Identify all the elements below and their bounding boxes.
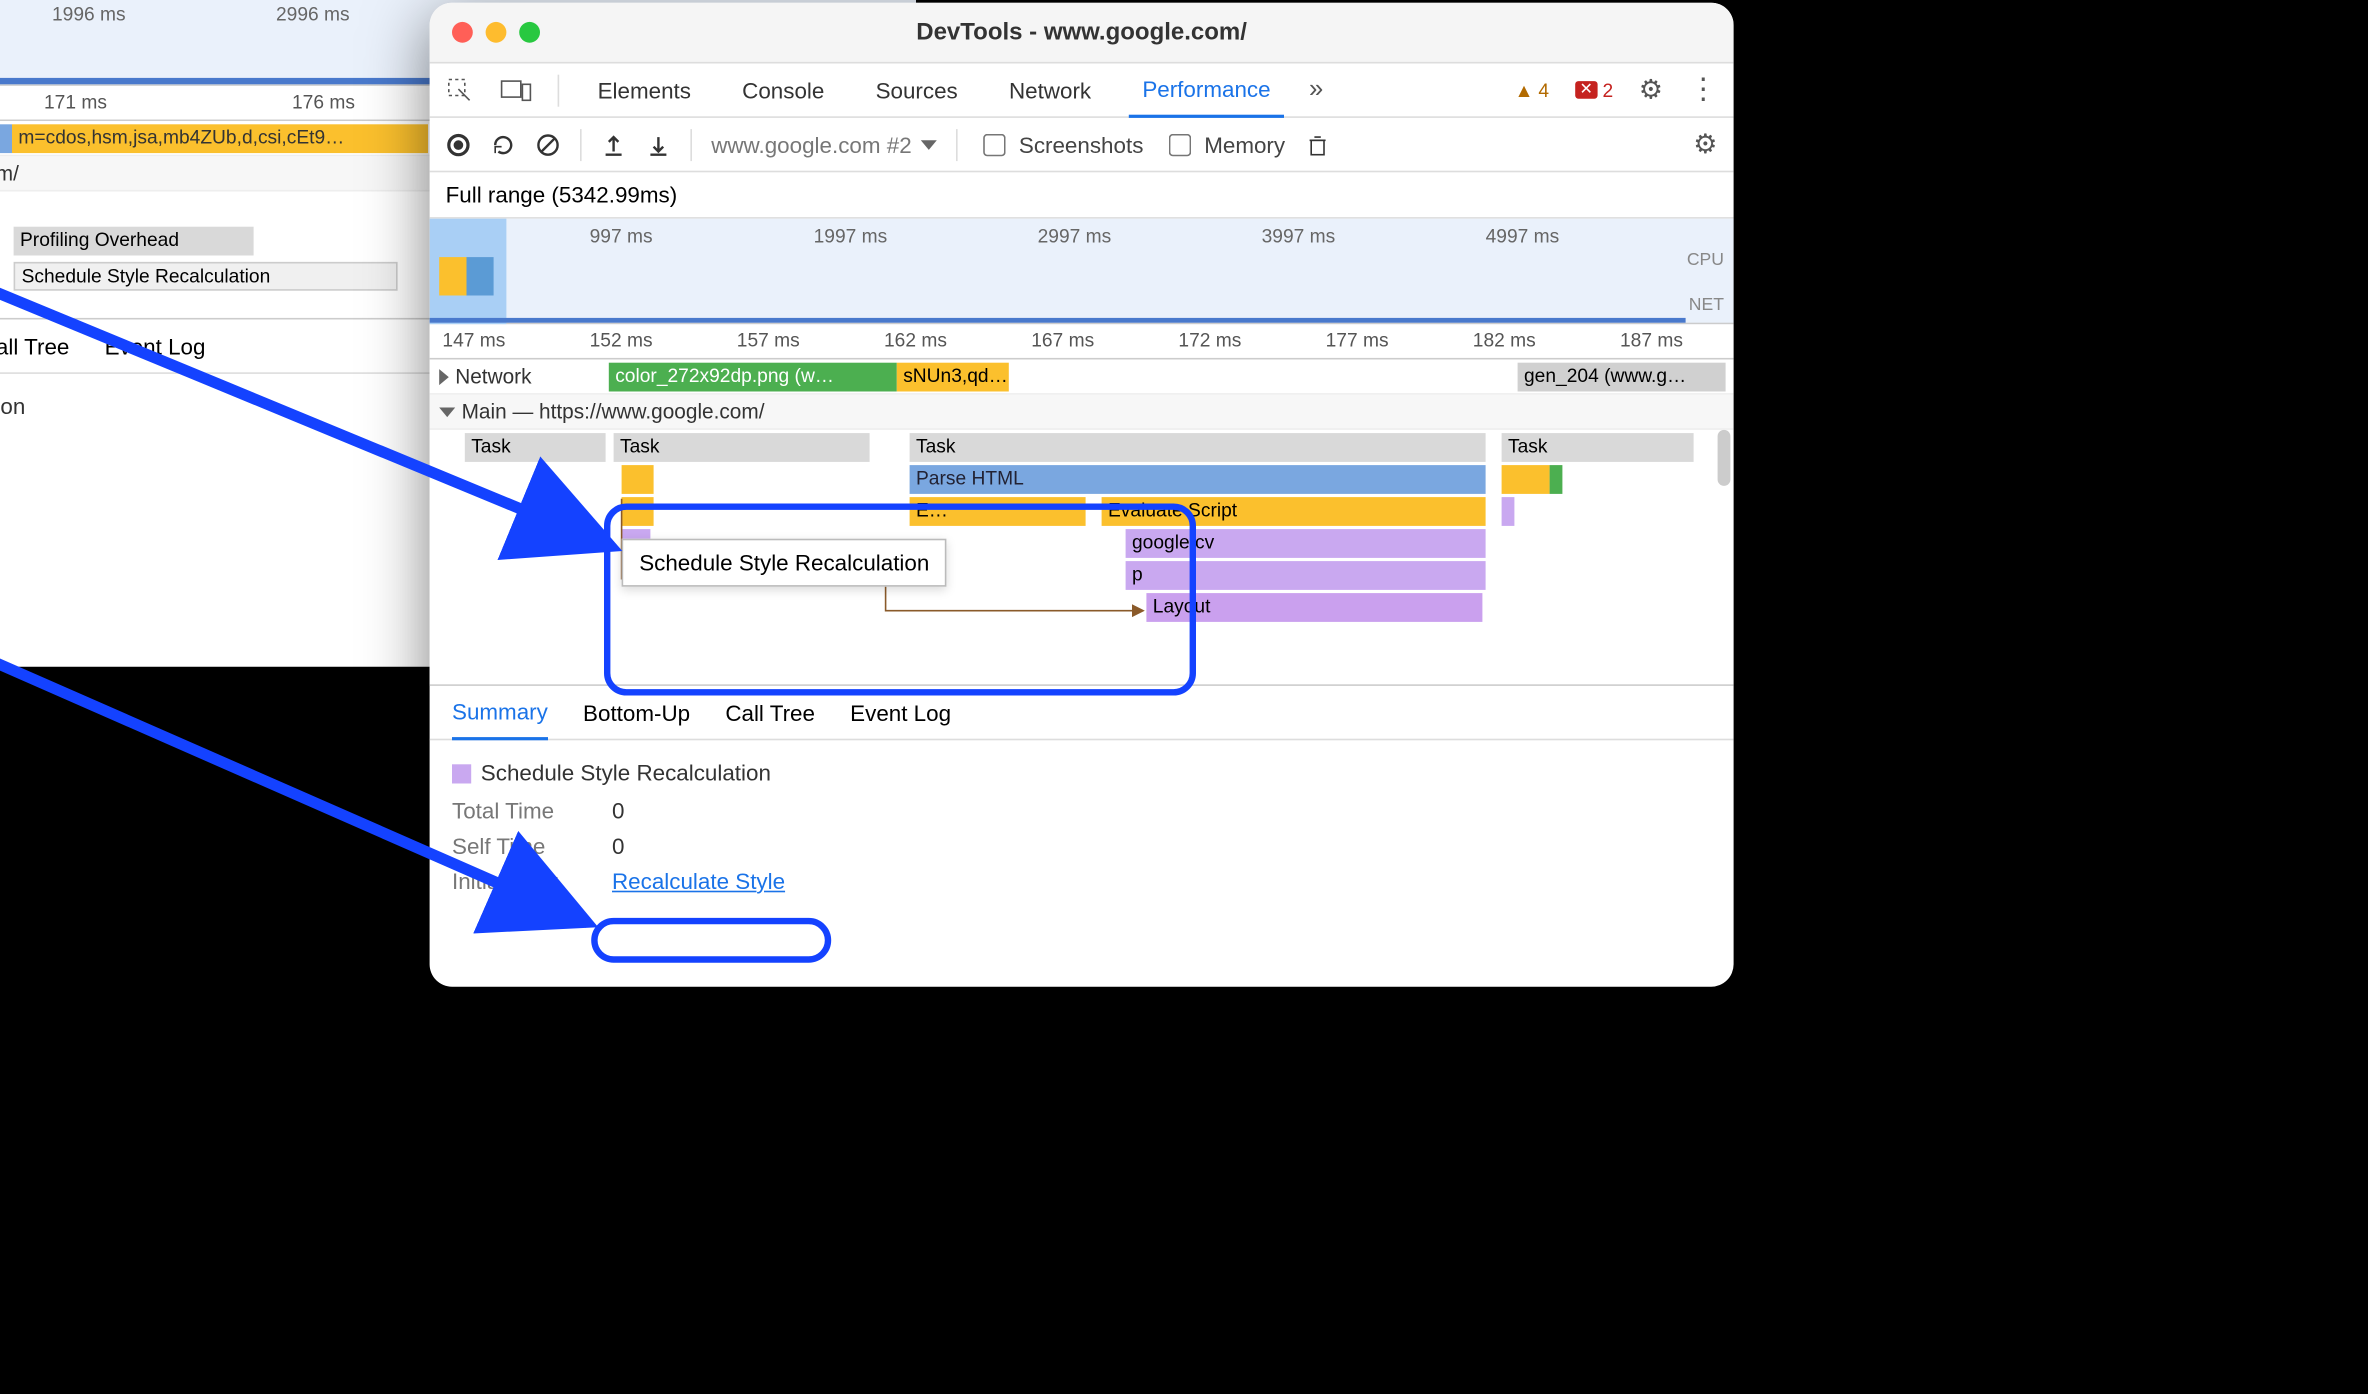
event-title: Schedule Style Recalculation: [481, 760, 771, 786]
network-item[interactable]: gen_204 (www.g…: [1518, 363, 1726, 392]
network-item[interactable]: m=cdos,hsm,jsa,mb4ZUb,d,csi,cEt9…: [12, 124, 428, 153]
flame-frame[interactable]: p: [1126, 561, 1486, 590]
screenshots-checkbox[interactable]: Screenshots: [977, 128, 1143, 160]
range-label: Full range (5342.99ms): [430, 172, 1734, 218]
flame-layout[interactable]: Layout: [1146, 593, 1482, 622]
event-title: Schedule Style Recalculation: [0, 393, 25, 419]
tab-console[interactable]: Console: [729, 63, 837, 117]
timeline-overview[interactable]: 997 ms 1997 ms 2997 ms 3997 ms 4997 ms C…: [430, 219, 1734, 325]
ruler-tick: 176 ms: [292, 91, 355, 113]
ruler-tick: 147 ms: [442, 329, 505, 351]
flame-task[interactable]: Task: [910, 433, 1486, 462]
overview-tick: 2996 ms: [276, 3, 350, 25]
more-tabs-icon[interactable]: »: [1309, 76, 1323, 105]
ruler-tick: 172 ms: [1178, 329, 1241, 351]
main-track-header[interactable]: Main — https://www.google.com/: [430, 395, 1734, 430]
ruler-tick: 171 ms: [44, 91, 107, 113]
device-icon[interactable]: [500, 77, 532, 103]
ruler-tick: 187 ms: [1620, 329, 1683, 351]
clear-icon[interactable]: [535, 132, 561, 158]
field-label: Self Time: [452, 833, 596, 859]
det-tab-calltree[interactable]: Call Tree: [725, 685, 815, 739]
ruler-tick: 162 ms: [884, 329, 947, 351]
flame-task[interactable]: Task: [614, 433, 870, 462]
det-tab-calltree[interactable]: Call Tree: [0, 319, 69, 373]
color-swatch: [452, 765, 471, 784]
network-item[interactable]: e.com/ (www.google…: [0, 124, 12, 153]
flame-parse-html[interactable]: Parse HTML: [910, 465, 1486, 494]
field-label: Total Time: [452, 798, 596, 824]
recording-dropdown[interactable]: www.google.com #2: [711, 132, 937, 158]
field-label: Initiator for: [452, 868, 596, 894]
ruler-tick: 157 ms: [737, 329, 800, 351]
scrollbar-thumb[interactable]: [1718, 430, 1731, 486]
flame-task[interactable]: Task: [1502, 433, 1694, 462]
track-label: Main — https://www.google.com/: [462, 400, 765, 424]
overview-tick: 997 ms: [590, 225, 653, 247]
flame-frame[interactable]: [1550, 465, 1563, 494]
ruler-tick: 177 ms: [1326, 329, 1389, 351]
upload-icon[interactable]: [601, 132, 627, 158]
time-ruler[interactable]: 147 ms 152 ms 157 ms 162 ms 167 ms 172 m…: [430, 324, 1734, 359]
ruler-tick: 167 ms: [1031, 329, 1094, 351]
flame-frame[interactable]: google.cv: [1126, 529, 1486, 558]
ruler-tick: 182 ms: [1473, 329, 1536, 351]
det-tab-summary[interactable]: Summary: [452, 685, 548, 739]
error-badge[interactable]: ✕ 2: [1575, 79, 1614, 101]
flame-frame[interactable]: [622, 465, 654, 494]
det-tab-bottomup[interactable]: Bottom-Up: [583, 685, 690, 739]
download-icon[interactable]: [646, 132, 672, 158]
gc-icon[interactable]: [1304, 132, 1330, 158]
summary-panel: Schedule Style Recalculation Total Time 0…: [430, 740, 1734, 922]
warning-badge[interactable]: ▲ 4: [1515, 79, 1550, 101]
network-track[interactable]: Network color_272x92dp.png (w… sNUn3,qd……: [430, 360, 1734, 395]
perf-toolbar: www.google.com #2 Screenshots Memory ⚙: [430, 118, 1734, 172]
detail-tabs: Summary Bottom-Up Call Tree Event Log: [430, 686, 1734, 740]
flame-frame[interactable]: [1502, 465, 1550, 494]
det-tab-eventlog[interactable]: Event Log: [105, 319, 206, 373]
recalculate-link[interactable]: Recalculate Style: [612, 868, 785, 894]
devtools-window-2: DevTools - www.google.com/ Elements Cons…: [430, 3, 1734, 987]
inspect-icon[interactable]: [446, 76, 475, 105]
overview-net-label: NET: [1689, 296, 1724, 315]
field-value: 0: [612, 833, 624, 859]
gear-icon[interactable]: ⚙: [1639, 74, 1663, 106]
field-value: 0: [612, 798, 624, 824]
overview-tick: 1997 ms: [814, 225, 888, 247]
det-tab-eventlog[interactable]: Event Log: [850, 685, 951, 739]
flame-task[interactable]: Task: [465, 433, 606, 462]
titlebar[interactable]: DevTools - www.google.com/: [430, 3, 1734, 64]
record-icon[interactable]: [446, 132, 472, 158]
track-label: Main — https://www.google.com/: [0, 161, 19, 185]
overview-tick: 3997 ms: [1262, 225, 1336, 247]
ruler-tick: 152 ms: [590, 329, 653, 351]
flame-schedule[interactable]: Schedule Style Recalculation: [14, 262, 398, 291]
flame-frame[interactable]: [1502, 497, 1515, 526]
tab-sources[interactable]: Sources: [863, 63, 971, 117]
memory-checkbox[interactable]: Memory: [1163, 128, 1286, 160]
track-label: Network: [455, 364, 531, 388]
tab-network[interactable]: Network: [996, 63, 1104, 117]
gear-icon[interactable]: ⚙: [1693, 128, 1717, 160]
overview-tick: 2997 ms: [1038, 225, 1112, 247]
kebab-icon[interactable]: ⋮: [1689, 73, 1718, 107]
expand-icon[interactable]: [439, 368, 449, 384]
network-item[interactable]: sNUn3,qd…: [897, 363, 1009, 392]
flame-chart[interactable]: Task Task Task Task Parse HTML E… Evalua…: [430, 430, 1734, 686]
flame-profiling[interactable]: Profiling Overhead: [14, 227, 254, 256]
overview-tick: 1996 ms: [52, 3, 126, 25]
collapse-icon[interactable]: [439, 407, 455, 417]
panel-tabs: Elements Console Sources Network Perform…: [430, 64, 1734, 118]
reload-icon[interactable]: [490, 132, 516, 158]
flame-tooltip: Schedule Style Recalculation: [622, 539, 947, 587]
chevron-down-icon: [921, 140, 937, 150]
window-title: DevTools - www.google.com/: [430, 19, 1734, 46]
network-item[interactable]: color_272x92dp.png (w…: [609, 363, 897, 392]
tab-performance[interactable]: Performance: [1130, 63, 1284, 117]
tab-elements[interactable]: Elements: [585, 63, 704, 117]
overview-cpu-label: CPU: [1687, 251, 1724, 270]
overview-tick: 4997 ms: [1486, 225, 1560, 247]
